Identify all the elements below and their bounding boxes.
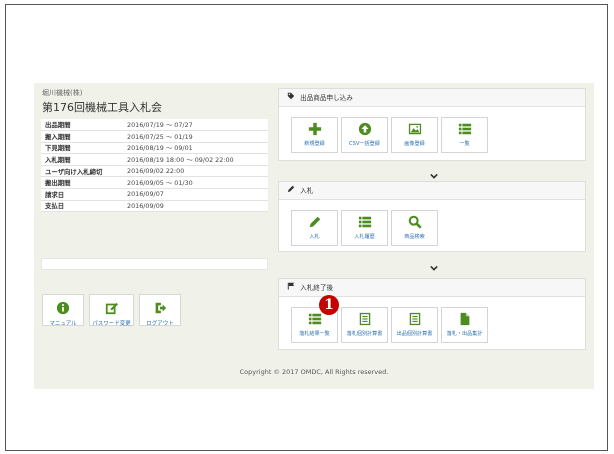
- bid-button[interactable]: 入札: [291, 210, 338, 246]
- flag-icon: [287, 282, 295, 290]
- schedule-value: 2016/09/09: [123, 200, 268, 213]
- winning-listing-summary-button[interactable]: 落札・出品集計: [441, 307, 488, 343]
- pencil-icon: [309, 216, 320, 228]
- bid-history-button[interactable]: 入札履歴: [341, 210, 388, 246]
- pencil-icon: [287, 185, 295, 193]
- list-icon: [308, 313, 321, 325]
- chevron-down-icon[interactable]: [430, 264, 438, 272]
- bidding-panel-header: 入札: [279, 182, 585, 200]
- manual-button[interactable]: マニュアル: [42, 294, 84, 327]
- table-row: 下見期間 2016/08/19 ～ 09/01: [41, 142, 268, 155]
- product-search-label: 商品検索: [404, 234, 425, 240]
- list-icon: [458, 123, 471, 135]
- schedule-value: 2016/09/07: [123, 188, 268, 201]
- schedule-label: 支払日: [41, 200, 123, 213]
- listing-panel-header: 出品商品申し込み: [279, 89, 585, 107]
- schedule-value: 2016/07/25 ～ 01/19: [123, 130, 268, 143]
- schedule-value: 2016/07/19 ～ 07/27: [123, 119, 268, 132]
- edit-icon: [105, 302, 118, 315]
- schedule-label: 請求日: [41, 188, 123, 201]
- listing-list-button[interactable]: 一覧: [441, 117, 488, 153]
- tag-icon: [287, 92, 295, 100]
- image-register-button[interactable]: 画像登録: [391, 117, 438, 153]
- plus-icon: [308, 122, 321, 136]
- schedule-label: 入札期間: [41, 153, 123, 166]
- copyright-text: Copyright © 2017 OMDC, All Rights reserv…: [239, 368, 389, 376]
- csv-bulk-register-button[interactable]: CSV一括登録: [341, 117, 388, 153]
- schedule-value: 2016/09/05 ～ 01/30: [123, 176, 268, 190]
- listing-panel-title: 出品商品申し込み: [300, 94, 353, 102]
- schedule-value: 2016/08/19 ～ 09/01: [123, 142, 268, 155]
- new-listing-button[interactable]: 新規登録: [291, 117, 338, 153]
- document-icon: [409, 312, 420, 326]
- after-bidding-panel-title: 入札終了後: [300, 284, 334, 292]
- new-listing-label: 新規登録: [304, 141, 325, 147]
- table-row: 請求日 2016/09/07: [41, 188, 268, 201]
- listing-panel: 出品商品申し込み 新規登録 CSV一括登録 画像登録 一覧: [278, 88, 586, 161]
- bid-history-label: 入札履歴: [354, 234, 375, 240]
- logout-label: ログアウト: [146, 321, 174, 327]
- bidding-panel-title: 入札: [300, 187, 314, 195]
- winning-results-list-label: 落札結果一覧: [299, 331, 330, 337]
- schedule-table: 出品期間 2016/07/19 ～ 07/27 搬入期間 2016/07/25 ～ …: [41, 119, 268, 213]
- winning-listing-summary-label: 落札・出品集計: [446, 331, 483, 337]
- bid-label: 入札: [309, 234, 320, 240]
- table-row: 搬入期間 2016/07/25 ～ 01/19: [41, 130, 268, 143]
- company-name: 堀川機械(株): [42, 89, 83, 97]
- bidding-panel: 入札 入札 入札履歴 商品検索: [278, 181, 586, 252]
- page-body: 堀川機械(株) 第176回機械工具入札会 出品期間 2016/07/19 ～ 07…: [34, 83, 594, 389]
- listing-individual-statement-label: 出品個別計算書: [396, 331, 433, 337]
- file-icon: [460, 312, 469, 326]
- chevron-down-icon[interactable]: [430, 172, 438, 180]
- auction-title: 第176回機械工具入札会: [42, 101, 162, 114]
- schedule-label: ユーザ向け入札締切: [41, 165, 123, 178]
- schedule-label: 下見期間: [41, 142, 123, 155]
- upload-circle-icon: [358, 122, 371, 136]
- logout-button[interactable]: ログアウト: [139, 294, 181, 327]
- search-icon: [408, 215, 422, 229]
- product-search-button[interactable]: 商品検索: [391, 210, 438, 246]
- schedule-label: 搬入期間: [41, 130, 123, 143]
- winning-individual-statement-button[interactable]: 落札個別計算書: [341, 307, 388, 343]
- after-bidding-panel-header: 入札終了後: [279, 279, 585, 297]
- document-icon: [359, 312, 370, 326]
- manual-button-label: マニュアル: [49, 321, 77, 327]
- image-register-label: 画像登録: [404, 141, 425, 147]
- change-password-label: パスワード変更: [92, 321, 131, 327]
- callout-number-badge: 1: [319, 295, 339, 315]
- listing-individual-statement-button[interactable]: 出品個別計算書: [391, 307, 438, 343]
- csv-bulk-register-label: CSV一括登録: [349, 141, 380, 147]
- winning-individual-statement-label: 落札個別計算書: [346, 331, 383, 337]
- logout-icon: [155, 302, 167, 314]
- schedule-label: 搬出期間: [41, 176, 123, 190]
- screenshot-frame: 堀川機械(株) 第176回機械工具入札会 出品期間 2016/07/19 ～ 07…: [5, 4, 608, 451]
- table-row: ユーザ向け入札締切 2016/09/02 22:00: [41, 165, 268, 178]
- table-row: 支払日 2016/09/09: [41, 200, 268, 213]
- listing-list-label: 一覧: [459, 141, 470, 147]
- change-password-button[interactable]: パスワード変更: [89, 294, 134, 327]
- list-icon: [358, 216, 371, 228]
- table-row: 入札期間 2016/08/19 18:00 ～ 09/02 22:00: [41, 153, 268, 166]
- schedule-value: 2016/08/19 18:00 ～ 09/02 22:00: [123, 153, 268, 166]
- table-row: 搬出期間 2016/09/05 ～ 01/30: [41, 176, 268, 190]
- schedule-value: 2016/09/02 22:00: [123, 165, 268, 178]
- table-row: 出品期間 2016/07/19 ～ 07/27: [41, 119, 268, 132]
- info-icon: [56, 301, 70, 315]
- empty-notice-bar: [41, 258, 268, 270]
- schedule-label: 出品期間: [41, 119, 123, 132]
- image-icon: [408, 123, 421, 135]
